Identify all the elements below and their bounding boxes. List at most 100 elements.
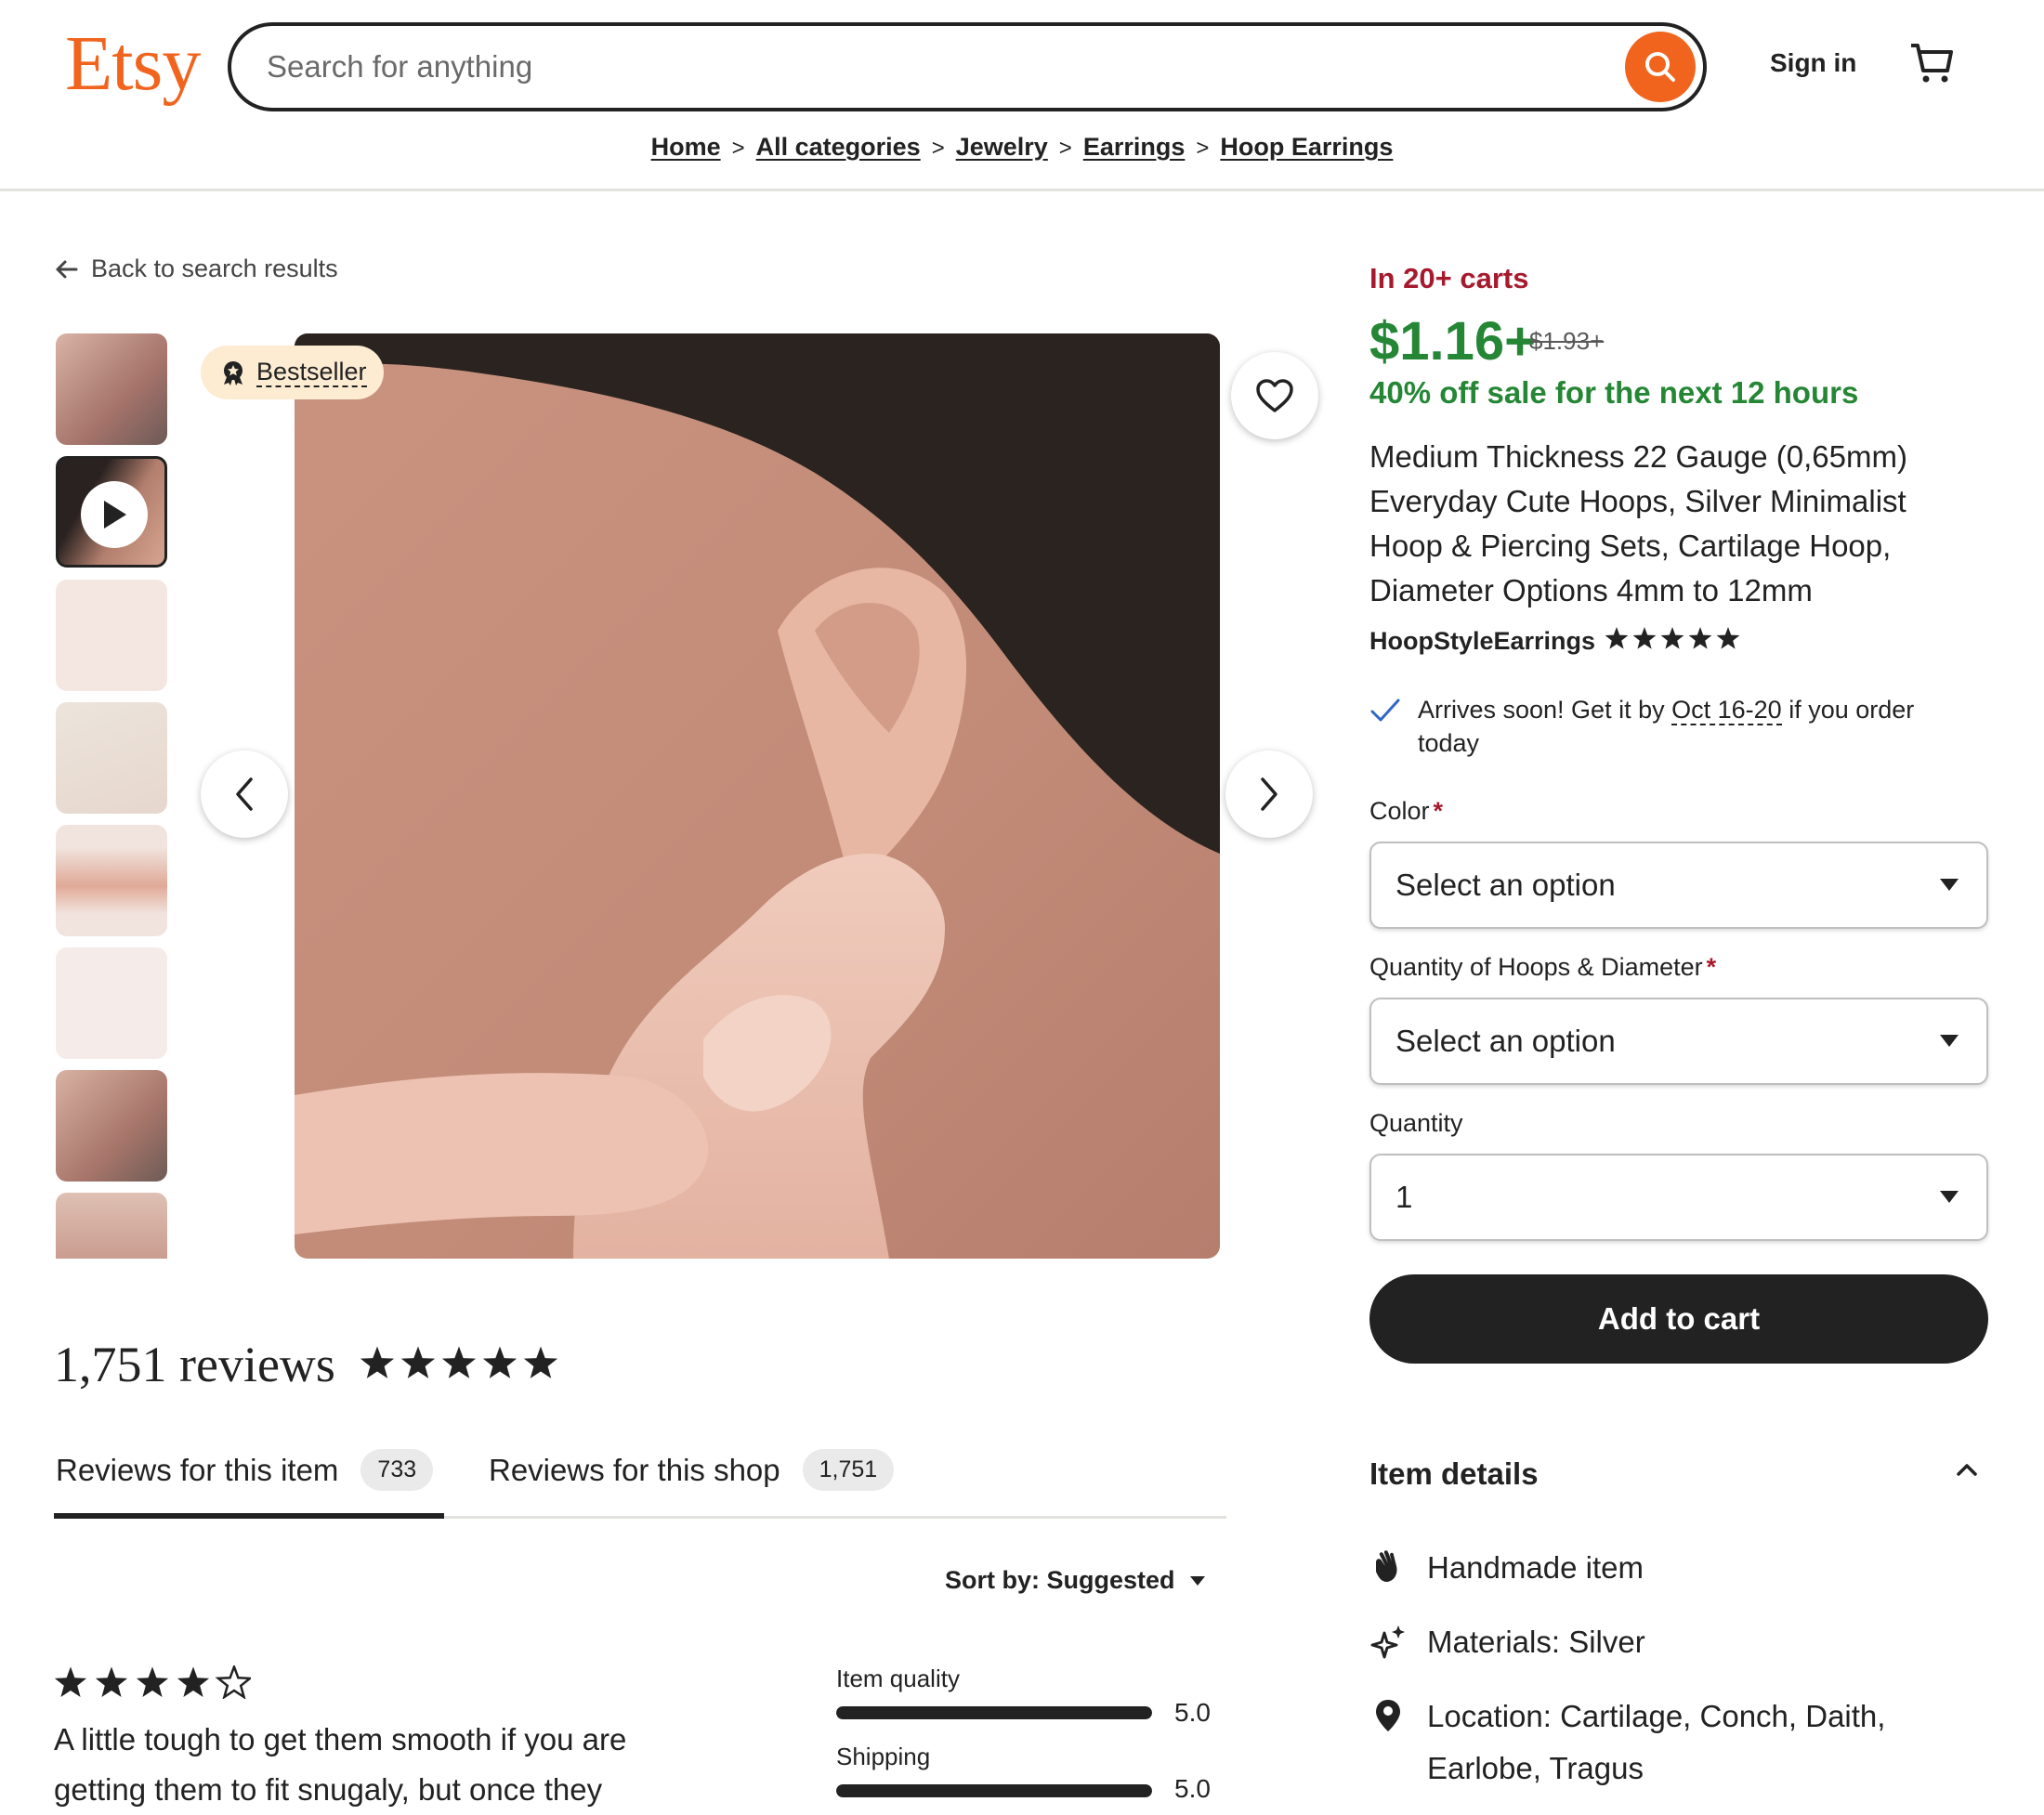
quantity-hoops-select-value: Select an option (1395, 1024, 1616, 1058)
sort-label: Sort by: Suggested (945, 1566, 1175, 1594)
star-filled-icon (441, 1346, 477, 1378)
sale-notice: 40% off sale for the next 12 hours (1369, 375, 1859, 410)
quantity-label: Quantity (1369, 1109, 1463, 1137)
chevron-up-icon[interactable] (1955, 1460, 1979, 1483)
caret-down-icon (1940, 879, 1959, 891)
thumbnail-8[interactable] (56, 1193, 167, 1259)
main-product-image[interactable] (295, 333, 1220, 1259)
tab-reviews-shop[interactable]: Reviews for this shop 1,751 (489, 1449, 895, 1491)
thumbnail-2-video[interactable] (56, 456, 167, 568)
detail-text: Location: Cartilage, Conch, Daith, Earlo… (1427, 1699, 1886, 1785)
favorite-button[interactable] (1231, 352, 1318, 439)
star-filled-icon (95, 1666, 128, 1697)
star-filled-icon (1660, 627, 1684, 649)
etsy-logo[interactable]: Etsy (65, 19, 201, 109)
star-filled-icon (400, 1346, 436, 1378)
star-filled-icon (1605, 627, 1629, 649)
breadcrumb-jewelry[interactable]: Jewelry (956, 133, 1048, 161)
quantity-hoops-label: Quantity of Hoops & Diameter * (1369, 953, 1716, 982)
bestseller-badge[interactable]: Bestseller (201, 346, 384, 399)
caret-down-icon (1940, 1035, 1959, 1047)
chevron-right-icon: > (1196, 136, 1210, 161)
reviews-count: 1,751 reviews (54, 1337, 335, 1392)
quantity-hoops-select[interactable]: Select an option (1369, 998, 1988, 1085)
search-button[interactable] (1625, 32, 1696, 102)
reviews-star-rating (360, 1345, 558, 1385)
color-label-text: Color (1369, 797, 1430, 825)
rating-label-item-quality: Item quality (836, 1665, 960, 1692)
tab-reviews-item[interactable]: Reviews for this item 733 (56, 1449, 434, 1491)
caret-down-icon (1189, 1575, 1205, 1586)
chevron-right-icon (1261, 777, 1278, 811)
sign-in-link[interactable]: Sign in (1770, 48, 1856, 78)
back-label: Back to search results (91, 255, 338, 282)
color-label: Color * (1369, 797, 1443, 826)
star-filled-icon (482, 1346, 518, 1378)
star-filled-icon (177, 1666, 210, 1697)
product-title: Medium Thickness 22 Gauge (0,65mm) Every… (1369, 439, 1907, 607)
star-filled-icon (54, 1666, 87, 1697)
chevron-right-icon: > (731, 136, 745, 161)
site-header: Etsy Sign in Home > All categories > Jewelry… (0, 0, 2044, 191)
thumbnail-4[interactable] (56, 702, 167, 814)
detail-handmade: Handmade item (1369, 1542, 1644, 1594)
quantity-select[interactable]: 1 (1369, 1154, 1988, 1241)
award-icon (224, 361, 242, 385)
color-select[interactable]: Select an option (1369, 842, 1988, 929)
thumbnail-5[interactable] (56, 825, 167, 936)
shop-name-link[interactable]: HoopStyleEarrings (1369, 627, 1595, 656)
thumbnail-7[interactable] (56, 1070, 167, 1182)
active-tab-indicator (54, 1513, 444, 1519)
bestseller-label: Bestseller (256, 358, 367, 387)
cart-button[interactable] (1908, 41, 1955, 90)
back-to-search-link[interactable]: Back to search results (54, 255, 338, 283)
breadcrumb-all-categories[interactable]: All categories (756, 133, 921, 161)
delivery-estimate: Arrives soon! Get it by Oct 16-20 if you… (1369, 693, 1964, 760)
play-icon (81, 481, 148, 548)
arrives-prefix: Arrives soon! Get it by (1418, 696, 1665, 724)
heart-icon (1256, 379, 1293, 412)
detail-text: Handmade item (1427, 1550, 1644, 1585)
search-bar (228, 22, 1707, 111)
thumbnail-6[interactable] (56, 947, 167, 1059)
breadcrumb: Home > All categories > Jewelry > Earrings > Hoo… (0, 133, 2044, 162)
search-icon (1645, 52, 1675, 82)
previous-image-button[interactable] (201, 751, 288, 838)
original-price: $1.93+ (1529, 327, 1605, 355)
thumbnail-1[interactable] (56, 333, 167, 445)
reviews-header: 1,751 reviews (54, 1336, 558, 1393)
thumbnail-3[interactable] (56, 580, 167, 691)
next-image-button[interactable] (1225, 751, 1313, 838)
arrives-date[interactable]: Oct 16-20 (1671, 696, 1782, 725)
location-pin-icon (1369, 1691, 1407, 1795)
rating-bar-item-quality (836, 1706, 1152, 1719)
rating-bar-shipping (836, 1784, 1152, 1797)
checkmark-icon (1370, 699, 1400, 722)
cart-icon (1911, 44, 1953, 83)
star-empty-icon (215, 1663, 254, 1700)
rating-value-item-quality: 5.0 (1174, 1698, 1211, 1727)
review-text: A little tough to get them smooth if you… (54, 1722, 627, 1807)
sale-price: $1.16+ (1369, 311, 1537, 372)
chevron-right-icon: > (1058, 136, 1072, 161)
breadcrumb-home[interactable]: Home (651, 133, 721, 161)
sort-dropdown[interactable]: Sort by: Suggested (945, 1566, 1207, 1595)
breadcrumb-earrings[interactable]: Earrings (1083, 133, 1186, 161)
hand-icon (1369, 1542, 1407, 1594)
detail-text: Materials: Silver (1427, 1625, 1645, 1659)
chevron-left-icon (236, 777, 253, 811)
search-input[interactable] (265, 43, 1566, 91)
breadcrumb-hoop-earrings[interactable]: Hoop Earrings (1220, 133, 1393, 161)
rating-value-shipping: 5.0 (1174, 1774, 1211, 1803)
star-filled-icon (360, 1346, 395, 1378)
shop-star-rating (1605, 626, 1740, 657)
add-to-cart-button[interactable]: Add to cart (1369, 1274, 1988, 1364)
ear-photo (295, 333, 1220, 1259)
tab-count-badge: 1,751 (802, 1449, 895, 1491)
color-select-value: Select an option (1395, 868, 1616, 902)
star-filled-icon (1632, 627, 1657, 649)
detail-materials: Materials: Silver (1369, 1616, 1645, 1668)
star-filled-icon (136, 1666, 169, 1697)
item-details-heading[interactable]: Item details (1369, 1456, 1539, 1492)
required-asterisk: * (1706, 953, 1717, 981)
